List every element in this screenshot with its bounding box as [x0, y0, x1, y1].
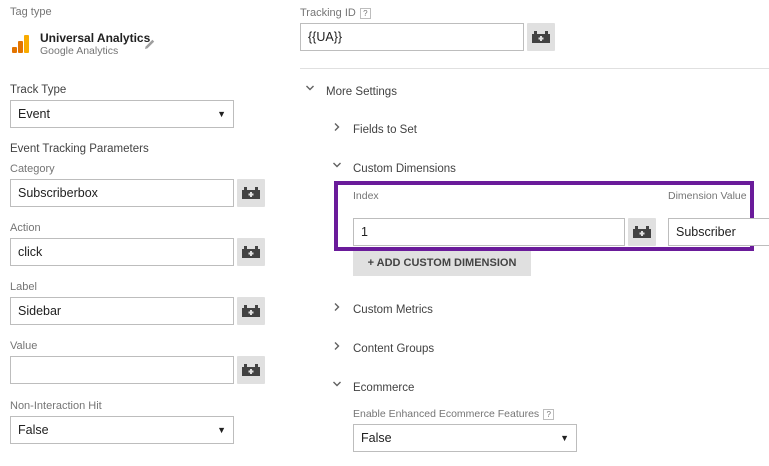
chevron-down-icon[interactable]: [305, 83, 315, 96]
action-variable-button[interactable]: [237, 238, 265, 266]
track-type-label: Track Type: [10, 84, 67, 96]
edit-pencil-icon[interactable]: [143, 37, 157, 51]
content-groups-toggle[interactable]: Content Groups: [353, 343, 434, 355]
tracking-id-variable-button[interactable]: [527, 23, 555, 51]
custom-dimensions-toggle[interactable]: Custom Dimensions: [353, 163, 456, 175]
google-analytics-logo-icon: [11, 34, 31, 54]
category-variable-button[interactable]: [237, 179, 265, 207]
category-input[interactable]: Subscriberbox: [10, 179, 234, 207]
variable-block-icon: [633, 226, 651, 238]
dimension-value-input[interactable]: Subscriber: [668, 218, 769, 246]
variable-block-icon: [242, 246, 260, 258]
chevron-down-icon: ▼: [217, 425, 226, 435]
track-type-value: Event: [18, 107, 50, 121]
chevron-right-icon[interactable]: [332, 302, 342, 315]
fields-to-set-toggle[interactable]: Fields to Set: [353, 124, 417, 136]
action-label: Action: [10, 222, 41, 234]
enhanced-ecommerce-label-row: Enable Enhanced Ecommerce Features?: [353, 408, 555, 420]
label-input[interactable]: Sidebar: [10, 297, 234, 325]
category-label: Category: [10, 163, 55, 175]
enhanced-ecommerce-label: Enable Enhanced Ecommerce Features: [353, 408, 540, 420]
non-interaction-label: Non-Interaction Hit: [10, 400, 102, 412]
tracking-id-input[interactable]: {{UA}}: [300, 23, 524, 51]
tag-type-label: Tag type: [10, 6, 52, 18]
enhanced-ecommerce-value: False: [361, 431, 392, 445]
help-icon[interactable]: ?: [543, 408, 555, 420]
variable-block-icon: [242, 187, 260, 199]
index-variable-button[interactable]: [628, 218, 656, 246]
event-params-heading: Event Tracking Parameters: [10, 143, 149, 155]
action-input[interactable]: click: [10, 238, 234, 266]
tag-name: Universal Analytics: [40, 31, 151, 45]
variable-block-icon: [242, 305, 260, 317]
chevron-down-icon[interactable]: [332, 379, 342, 392]
variable-block-icon: [242, 364, 260, 376]
enhanced-ecommerce-select[interactable]: False ▼: [353, 424, 577, 452]
divider: [300, 68, 769, 69]
chevron-down-icon: ▼: [217, 109, 226, 119]
track-type-select[interactable]: Event ▼: [10, 100, 234, 128]
help-icon[interactable]: ?: [359, 7, 371, 19]
add-custom-dimension-button[interactable]: + ADD CUSTOM DIMENSION: [353, 251, 531, 276]
chevron-right-icon[interactable]: [332, 341, 342, 354]
value-input[interactable]: [10, 356, 234, 384]
custom-metrics-toggle[interactable]: Custom Metrics: [353, 304, 433, 316]
tracking-id-label: Tracking ID: [300, 7, 356, 19]
more-settings-toggle[interactable]: More Settings: [326, 86, 397, 98]
label-label: Label: [10, 281, 37, 293]
tracking-id-label-row: Tracking ID?: [300, 7, 371, 19]
value-label: Value: [10, 340, 38, 352]
chevron-down-icon[interactable]: [332, 160, 342, 173]
tag-subtitle: Google Analytics: [40, 45, 119, 57]
dimension-index-input[interactable]: 1: [353, 218, 625, 246]
value-variable-button[interactable]: [237, 356, 265, 384]
variable-block-icon: [532, 31, 550, 43]
chevron-down-icon: ▼: [560, 433, 569, 443]
non-interaction-select[interactable]: False ▼: [10, 416, 234, 444]
label-variable-button[interactable]: [237, 297, 265, 325]
dimension-value-label: Dimension Value: [668, 190, 747, 202]
non-interaction-value: False: [18, 423, 49, 437]
ecommerce-toggle[interactable]: Ecommerce: [353, 382, 414, 394]
index-label: Index: [353, 190, 379, 202]
chevron-right-icon[interactable]: [332, 122, 342, 135]
